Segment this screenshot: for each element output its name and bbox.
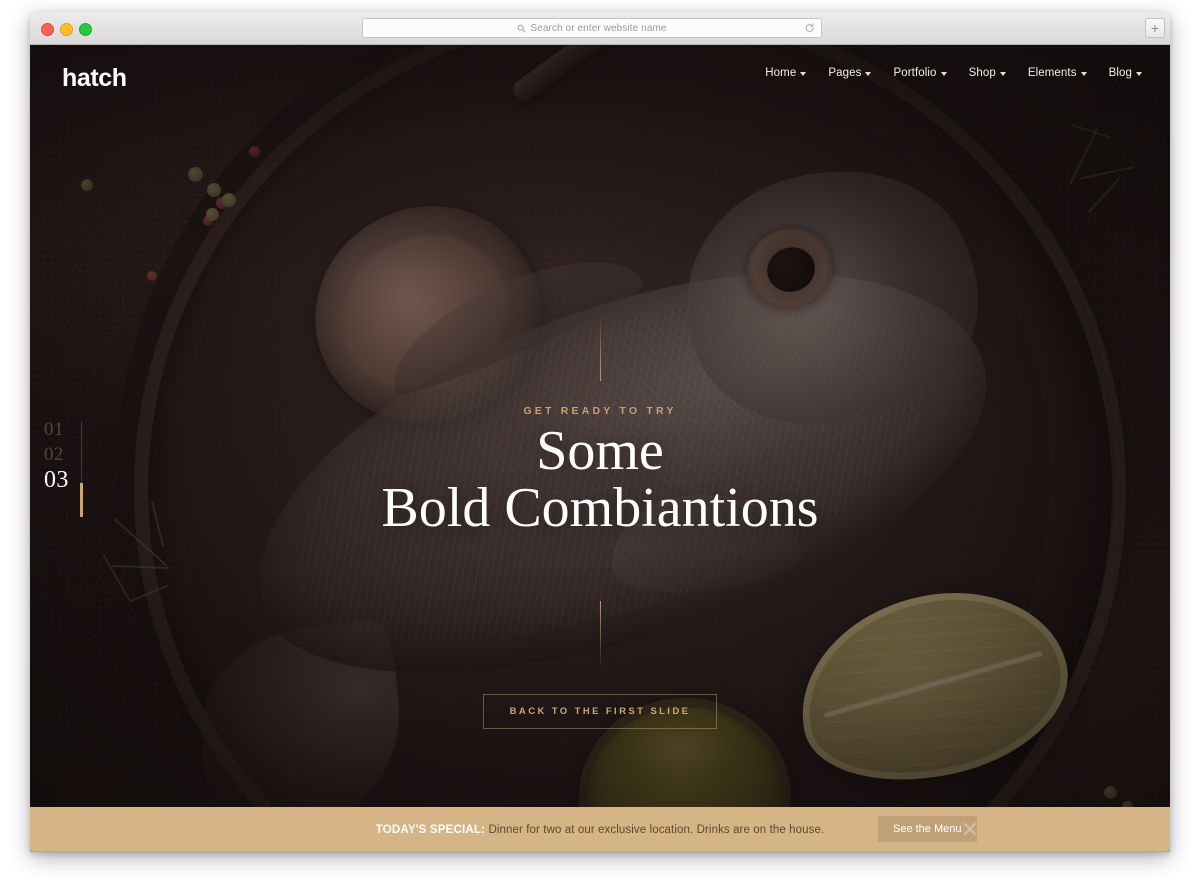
new-tab-button[interactable]: + (1145, 18, 1165, 38)
chevron-down-icon (1136, 71, 1142, 76)
promo-label: TODAY'S SPECIAL: (375, 823, 486, 836)
site-header: hatch Home Pages Portfolio Shop Elements… (30, 45, 1170, 111)
close-icon[interactable] (962, 821, 978, 837)
back-to-first-slide-button[interactable]: BACK TO THE FIRST SLIDE (482, 693, 718, 729)
slide-number-3[interactable]: 03 (44, 467, 69, 493)
nav-item-home[interactable]: Home (765, 67, 807, 79)
nav-item-label: Elements (1027, 67, 1077, 79)
browser-toolbar: Search or enter website name + (30, 12, 1170, 45)
page-viewport: hatch Home Pages Portfolio Shop Elements… (30, 45, 1170, 852)
hero-vignette (30, 45, 1170, 852)
chevron-down-icon (1080, 71, 1087, 76)
nav-item-elements[interactable]: Elements (1028, 67, 1087, 79)
chevron-down-icon (865, 71, 872, 76)
main-navigation: Home Pages Portfolio Shop Elements Blog (765, 67, 1142, 79)
promo-body: Dinner for two at our exclusive location… (485, 823, 825, 836)
address-bar[interactable]: Search or enter website name (362, 18, 822, 38)
chevron-down-icon (999, 71, 1006, 76)
search-icon (518, 24, 526, 33)
screenshot-root: Search or enter website name + hatch Hom… (0, 0, 1200, 885)
nav-item-label: Home (765, 67, 797, 79)
promo-notification-bar: TODAY'S SPECIAL: Dinner for two at our e… (30, 807, 1170, 852)
window-controls (41, 23, 92, 36)
nav-item-label: Pages (828, 67, 862, 79)
minimize-window-button[interactable] (60, 23, 73, 36)
slide-number-2[interactable]: 02 (44, 442, 64, 467)
slide-number-1[interactable]: 01 (44, 417, 64, 442)
reload-icon[interactable] (804, 23, 815, 34)
address-bar-placeholder: Search or enter website name (530, 22, 667, 34)
nav-item-portfolio[interactable]: Portfolio (893, 67, 947, 79)
chevron-down-icon (940, 71, 947, 76)
close-window-button[interactable] (41, 23, 54, 36)
maximize-window-button[interactable] (79, 23, 92, 36)
nav-item-label: Portfolio (893, 67, 937, 79)
nav-item-shop[interactable]: Shop (969, 67, 1006, 79)
nav-item-label: Blog (1108, 67, 1132, 79)
site-logo[interactable]: hatch (62, 64, 127, 93)
address-bar-content: Search or enter website name (517, 23, 666, 34)
promo-message: TODAY'S SPECIAL: Dinner for two at our e… (376, 824, 825, 836)
nav-item-pages[interactable]: Pages (828, 67, 872, 79)
chevron-down-icon (800, 71, 807, 76)
slide-number-list: 01 02 03 (44, 417, 69, 494)
browser-window: Search or enter website name + hatch Hom… (30, 12, 1170, 852)
nav-item-label: Shop (968, 67, 996, 79)
nav-item-blog[interactable]: Blog (1109, 67, 1142, 79)
hero-background-image (30, 45, 1170, 852)
slide-progress-thumb (79, 483, 83, 517)
slide-pager: 01 02 03 (44, 417, 83, 517)
slide-progress-track[interactable] (79, 421, 83, 517)
